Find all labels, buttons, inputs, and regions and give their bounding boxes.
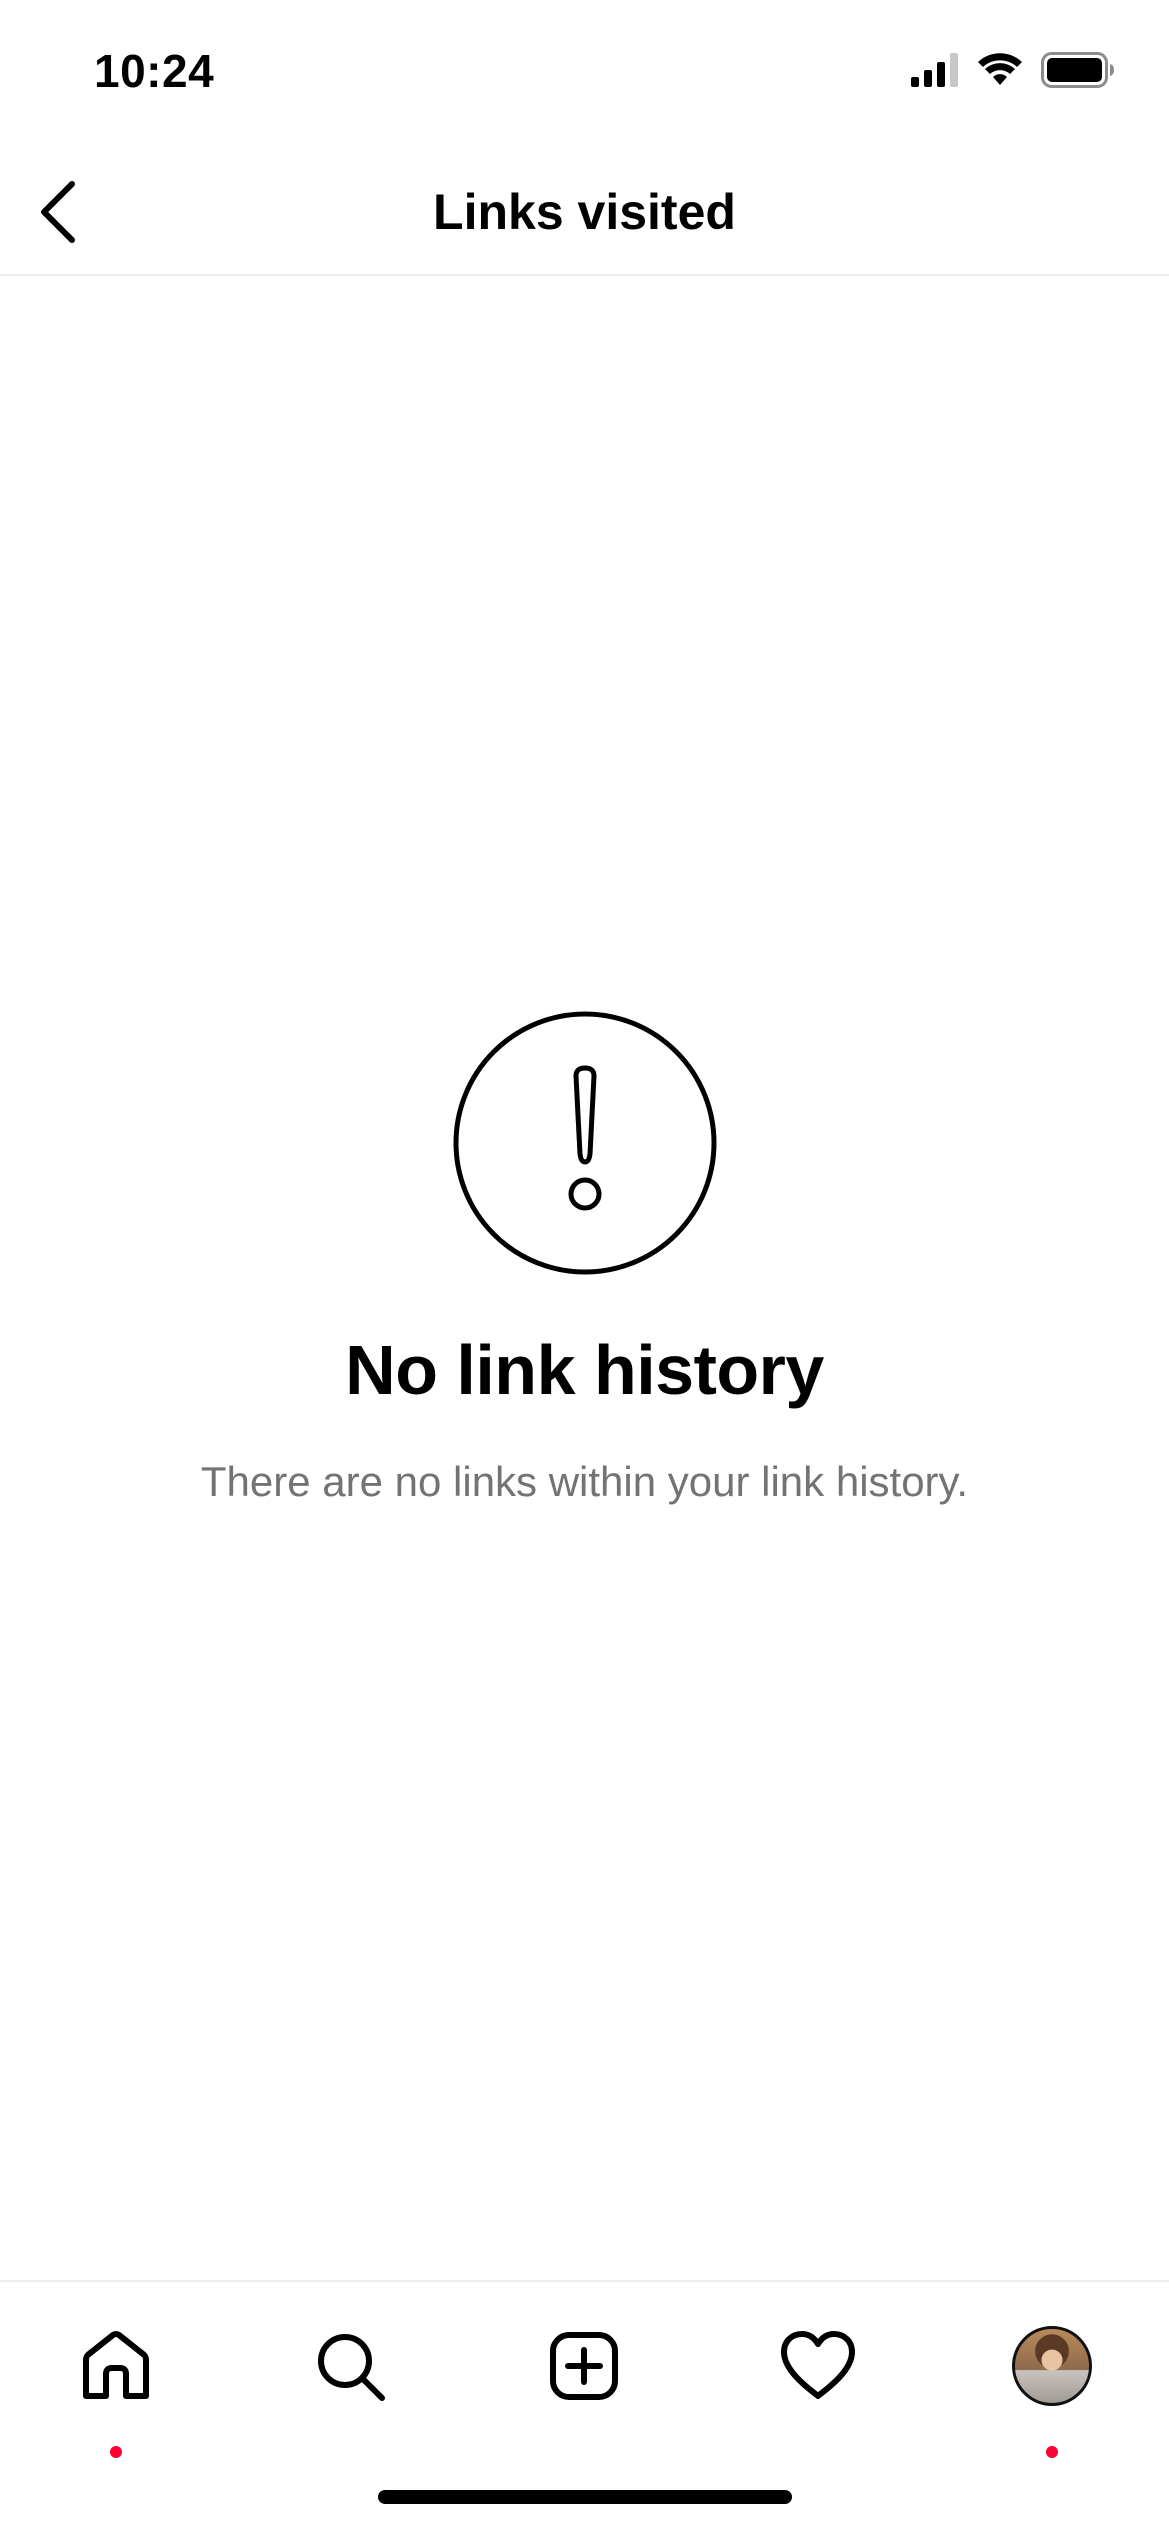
tab-activity[interactable]	[768, 2316, 868, 2416]
cellular-signal-icon	[911, 53, 958, 87]
tab-create[interactable]	[534, 2316, 634, 2416]
exclamation-circle-icon	[453, 1011, 716, 1275]
search-icon	[318, 2334, 385, 2401]
tab-search[interactable]	[300, 2316, 400, 2416]
nav-header: Links visited	[0, 150, 1169, 276]
page-title: Links visited	[433, 184, 736, 240]
notification-dot	[110, 2446, 122, 2458]
status-time: 10:24	[94, 45, 215, 97]
status-icons	[911, 52, 1115, 88]
heart-icon	[781, 2331, 855, 2399]
empty-state: No link history There are no links withi…	[0, 1010, 1169, 1508]
tab-home[interactable]	[66, 2316, 166, 2458]
empty-state-title: No link history	[345, 1331, 824, 1409]
empty-state-description: There are no links within your link hist…	[200, 1458, 969, 1505]
home-indicator	[378, 2490, 792, 2504]
status-bar: 10:24	[0, 0, 1169, 150]
wifi-icon	[978, 53, 1022, 85]
notification-dot	[1046, 2446, 1058, 2458]
tab-profile[interactable]	[1002, 2316, 1102, 2458]
battery-icon	[1041, 52, 1114, 88]
avatar	[1012, 2326, 1092, 2406]
home-icon	[83, 2331, 149, 2399]
plus-square-icon	[550, 2332, 618, 2400]
